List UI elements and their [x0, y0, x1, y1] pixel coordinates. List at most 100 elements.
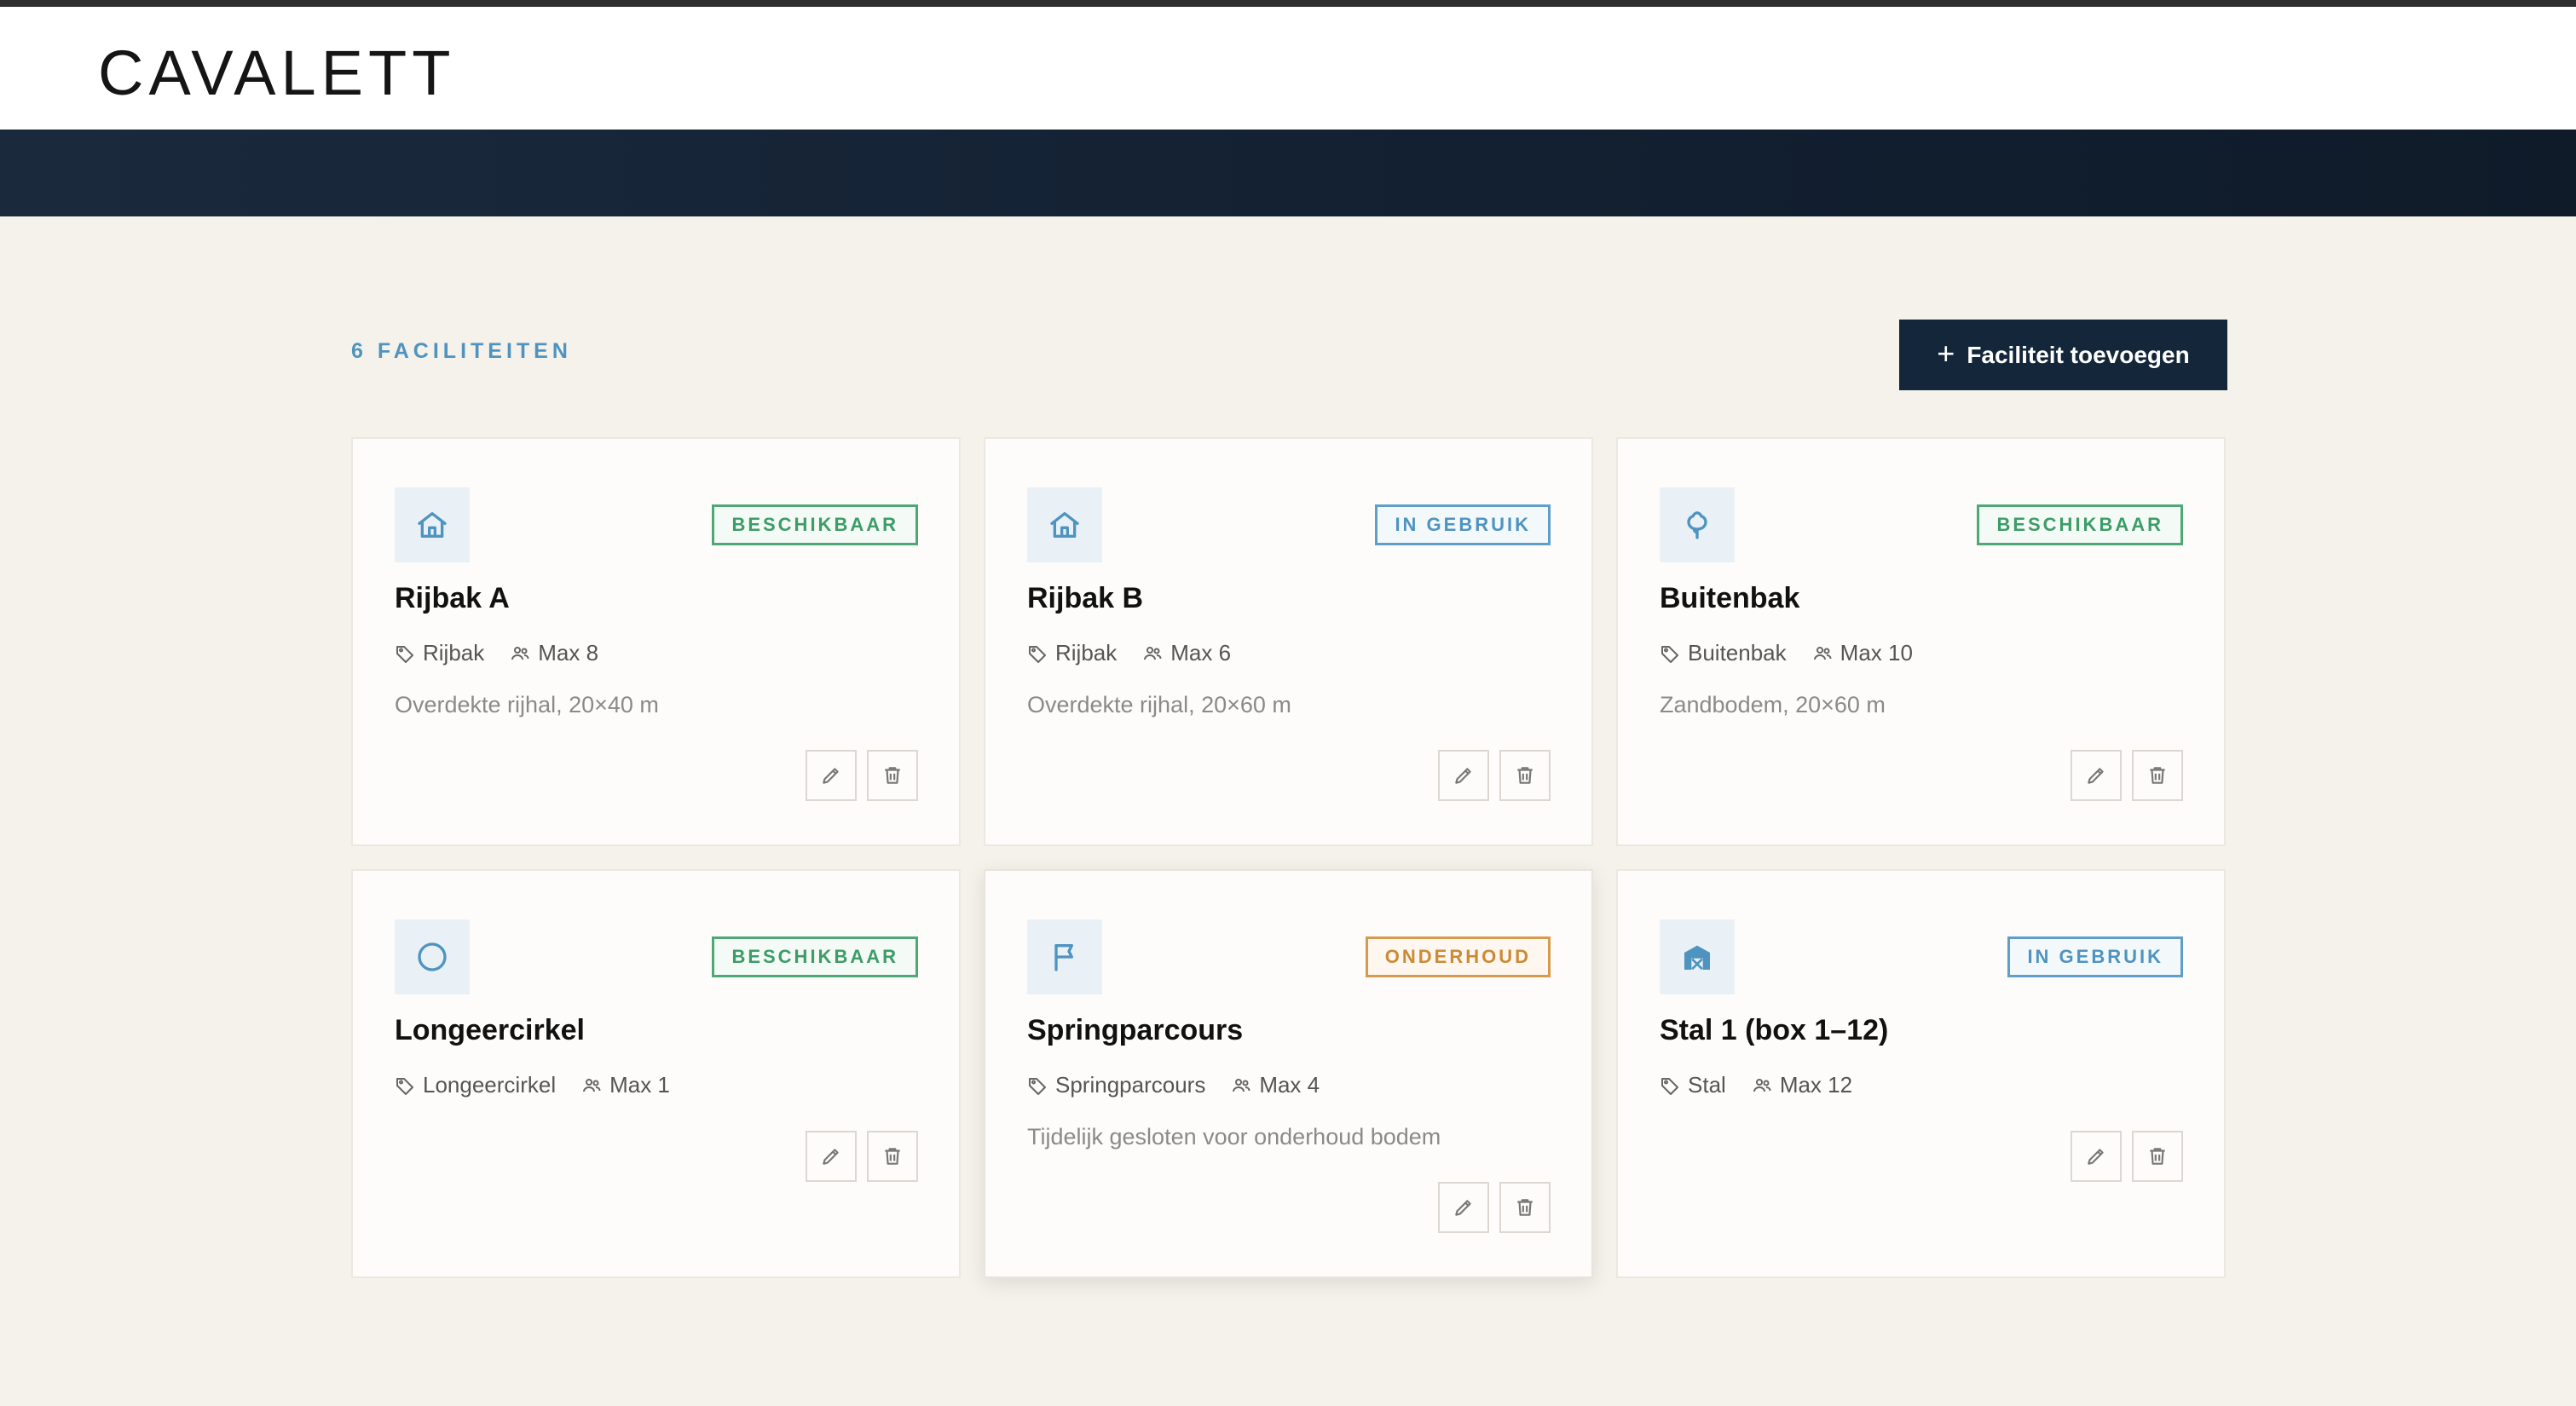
top-border — [0, 0, 2576, 7]
facility-title: Rijbak A — [395, 582, 510, 614]
edit-button[interactable] — [806, 1131, 857, 1182]
pencil-icon — [823, 768, 839, 784]
status-badge: ONDERHOUD — [1365, 936, 1551, 977]
trash-icon — [1517, 1199, 1533, 1216]
delete-button[interactable] — [1499, 750, 1551, 801]
facility-description: Overdekte rijhal, 20×40 m — [395, 692, 659, 717]
delete-button[interactable] — [867, 750, 918, 801]
card-actions — [806, 750, 918, 801]
card-actions — [806, 1131, 918, 1182]
facility-type: Stal — [1660, 1072, 1726, 1098]
delete-button[interactable] — [867, 1131, 918, 1182]
users-icon — [511, 646, 529, 660]
status-badge: BESCHIKBAAR — [1977, 504, 2183, 545]
delete-button[interactable] — [2132, 1131, 2183, 1182]
facility-grid: BESCHIKBAAR Rijbak A Rijbak Max 8 Overde… — [351, 437, 2226, 1278]
trash-icon — [2150, 1148, 2165, 1165]
facility-type: Longeercirkel — [395, 1072, 556, 1098]
facility-title: Longeercirkel — [395, 1014, 585, 1046]
pencil-icon — [2088, 1149, 2104, 1165]
card-actions — [2071, 750, 2183, 801]
tag-icon — [1661, 645, 1678, 663]
delete-button[interactable] — [1499, 1182, 1551, 1233]
facility-title: Stal 1 (box 1–12) — [1660, 1014, 1889, 1046]
facility-capacity-label: Max 10 — [1840, 640, 1913, 666]
pencil-icon — [2088, 768, 2104, 784]
facility-capacity-label: Max 8 — [538, 640, 599, 666]
pencil-icon — [1455, 1200, 1471, 1216]
pencil-icon — [823, 1149, 839, 1165]
page-banner — [0, 130, 2576, 216]
facility-capacity: Max 1 — [581, 1072, 670, 1098]
barn-icon — [1660, 919, 1735, 994]
facility-type-label: Stal — [1688, 1072, 1726, 1098]
delete-button[interactable] — [2132, 750, 2183, 801]
tag-icon — [1029, 645, 1046, 663]
facility-capacity: Max 4 — [1231, 1072, 1320, 1098]
users-icon — [1233, 1078, 1250, 1092]
facility-meta: Stal Max 12 — [1660, 1072, 1852, 1098]
facility-title: Rijbak B — [1027, 582, 1144, 614]
edit-button[interactable] — [2071, 750, 2122, 801]
status-badge: IN GEBRUIK — [2007, 936, 2183, 977]
facility-type-label: Rijbak — [423, 640, 485, 666]
trash-icon — [885, 767, 900, 784]
facility-type-label: Springparcours — [1055, 1072, 1206, 1098]
users-icon — [583, 1078, 601, 1092]
plus-icon: + — [1937, 336, 1955, 371]
facility-card: IN GEBRUIK Stal 1 (box 1–12) Stal Max 12 — [1616, 869, 2226, 1278]
facility-card: IN GEBRUIK Rijbak B Rijbak Max 6 Overdek… — [984, 437, 1593, 846]
users-icon — [1813, 646, 1832, 660]
tag-icon — [396, 645, 413, 663]
tag-icon — [1661, 1077, 1678, 1095]
house-icon — [1027, 487, 1102, 562]
facility-description: Tijdelijk gesloten voor onderhoud bodem — [1027, 1124, 1441, 1150]
pencil-icon — [1455, 768, 1471, 784]
users-icon — [1753, 1078, 1771, 1092]
facility-type: Springparcours — [1027, 1072, 1205, 1098]
facility-meta: Longeercirkel Max 1 — [395, 1072, 670, 1098]
tree-icon — [1660, 487, 1735, 562]
flag-icon — [1027, 919, 1102, 994]
facility-meta: Springparcours Max 4 — [1027, 1072, 1320, 1098]
edit-button[interactable] — [1438, 750, 1489, 801]
status-badge: IN GEBRUIK — [1375, 504, 1551, 545]
facility-type-label: Rijbak — [1055, 640, 1118, 666]
trash-icon — [1517, 767, 1533, 784]
tag-icon — [396, 1077, 413, 1095]
facility-type-label: Longeercirkel — [423, 1072, 557, 1098]
circle-icon — [395, 919, 470, 994]
trash-icon — [885, 1148, 900, 1165]
facility-capacity: Max 6 — [1142, 640, 1231, 666]
facility-meta: Buitenbak Max 10 — [1660, 640, 1913, 666]
facility-capacity-label: Max 1 — [609, 1072, 670, 1098]
facility-capacity: Max 12 — [1752, 1072, 1852, 1098]
edit-button[interactable] — [1438, 1182, 1489, 1233]
facility-meta: Rijbak Max 8 — [395, 640, 598, 666]
facility-capacity: Max 10 — [1812, 640, 1913, 666]
facility-capacity-label: Max 4 — [1259, 1072, 1320, 1098]
facility-title: Springparcours — [1027, 1014, 1244, 1046]
facility-card: ONDERHOUD Springparcours Springparcours … — [984, 869, 1593, 1278]
facility-title: Buitenbak — [1660, 582, 1800, 614]
add-facility-label: Faciliteit toevoegen — [1967, 341, 2190, 368]
status-badge: BESCHIKBAAR — [712, 504, 918, 545]
facility-capacity: Max 8 — [510, 640, 598, 666]
facility-card: BESCHIKBAAR Buitenbak Buitenbak Max 10 Z… — [1616, 437, 2226, 846]
app-header: CAVALETT — [0, 7, 2576, 130]
edit-button[interactable] — [2071, 1131, 2122, 1182]
facility-capacity-label: Max 12 — [1779, 1072, 1853, 1098]
card-actions — [1438, 750, 1551, 801]
edit-button[interactable] — [806, 750, 857, 801]
add-facility-button[interactable]: + Faciliteit toevoegen — [1899, 320, 2227, 390]
facility-meta: Rijbak Max 6 — [1027, 640, 1231, 666]
facility-card: BESCHIKBAAR Rijbak A Rijbak Max 8 Overde… — [351, 437, 961, 846]
facility-type-label: Buitenbak — [1688, 640, 1787, 666]
facility-type: Rijbak — [395, 640, 484, 666]
facility-description: Zandbodem, 20×60 m — [1660, 692, 1886, 717]
app-logo[interactable]: CAVALETT — [98, 39, 455, 107]
status-badge: BESCHIKBAAR — [712, 936, 918, 977]
tag-icon — [1029, 1077, 1046, 1095]
trash-icon — [2150, 767, 2165, 784]
card-actions — [1438, 1182, 1551, 1233]
